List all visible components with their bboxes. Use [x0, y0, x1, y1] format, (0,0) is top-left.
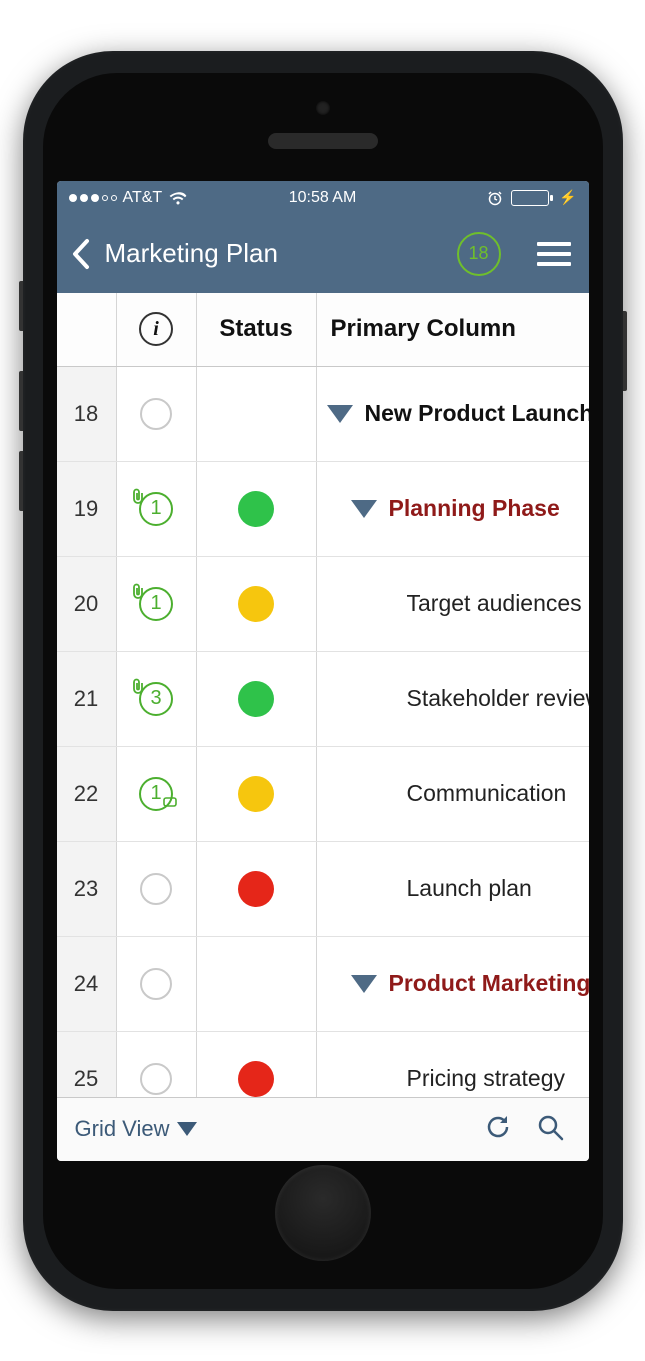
table-row[interactable]: 25 Pricing strategy [57, 1032, 589, 1097]
row-number[interactable]: 23 [57, 842, 117, 936]
table-row[interactable]: 18 New Product Launch [57, 367, 589, 462]
status-dot-yellow [238, 586, 274, 622]
menu-button[interactable] [533, 238, 575, 270]
empty-indicator-icon [140, 873, 172, 905]
app-screen: AT&T 10:58 AM ⚡ [57, 181, 589, 1161]
table-row[interactable]: 21 3 Stakeholder review [57, 652, 589, 747]
primary-cell[interactable]: Launch plan [317, 842, 589, 936]
info-icon: i [139, 312, 173, 346]
back-button[interactable] [71, 237, 91, 271]
refresh-button[interactable] [477, 1106, 519, 1153]
row-number[interactable]: 24 [57, 937, 117, 1031]
chevron-down-icon [177, 1122, 197, 1136]
row-title: Planning Phase [389, 495, 560, 522]
signal-strength-icon [69, 194, 117, 202]
primary-cell[interactable]: Product Marketing [317, 937, 589, 1031]
table-row[interactable]: 23 Launch plan [57, 842, 589, 937]
empty-indicator-icon [140, 968, 172, 1000]
row-title: Stakeholder review [407, 685, 589, 712]
wifi-icon [168, 191, 188, 205]
row-info-cell[interactable] [117, 367, 197, 461]
carrier-label: AT&T [123, 189, 163, 207]
header-status[interactable]: Status [197, 293, 317, 366]
header-primary[interactable]: Primary Column [317, 293, 589, 366]
paperclip-icon [131, 583, 145, 604]
expand-toggle-icon[interactable] [351, 975, 377, 993]
paperclip-icon [131, 488, 145, 509]
status-cell[interactable] [197, 842, 317, 936]
empty-indicator-icon [140, 1063, 172, 1095]
primary-cell[interactable]: Communication [317, 747, 589, 841]
status-cell[interactable] [197, 462, 317, 556]
days-badge[interactable]: 18 [457, 232, 501, 276]
ios-statusbar: AT&T 10:58 AM ⚡ [57, 181, 589, 215]
table-body[interactable]: 18New Product Launch191Planning Phase201… [57, 367, 589, 1097]
status-dot-red [238, 1061, 274, 1097]
bottom-toolbar: Grid View [57, 1097, 589, 1161]
row-number[interactable]: 21 [57, 652, 117, 746]
row-title: New Product Launch [365, 400, 589, 427]
home-button[interactable] [275, 1165, 371, 1261]
row-number[interactable]: 18 [57, 367, 117, 461]
status-cell[interactable] [197, 557, 317, 651]
charging-icon: ⚡ [559, 189, 576, 206]
status-cell[interactable] [197, 747, 317, 841]
table-row[interactable]: 24 Product Marketing [57, 937, 589, 1032]
row-title: Launch plan [407, 875, 532, 902]
alarm-icon [487, 190, 503, 206]
battery-icon [511, 190, 549, 206]
phone-frame: AT&T 10:58 AM ⚡ [23, 51, 623, 1311]
status-dot-yellow [238, 776, 274, 812]
row-info-cell[interactable]: 3 [117, 652, 197, 746]
expand-toggle-icon[interactable] [327, 405, 353, 423]
primary-cell[interactable]: Target audiences [317, 557, 589, 651]
table-header: i Status Primary Column [57, 293, 589, 367]
primary-cell[interactable]: Pricing strategy [317, 1032, 589, 1097]
status-cell[interactable] [197, 652, 317, 746]
status-dot-green [238, 491, 274, 527]
row-number[interactable]: 22 [57, 747, 117, 841]
row-info-cell[interactable]: 1 [117, 557, 197, 651]
header-info[interactable]: i [117, 293, 197, 366]
days-badge-value: 18 [468, 243, 488, 264]
attachment-count-badge: 1 [139, 777, 173, 811]
row-info-cell[interactable]: 1 [117, 462, 197, 556]
view-selector[interactable]: Grid View [75, 1116, 198, 1142]
row-number[interactable]: 20 [57, 557, 117, 651]
page-title: Marketing Plan [105, 238, 278, 269]
status-cell[interactable] [197, 937, 317, 1031]
status-dot-green [238, 681, 274, 717]
row-title: Target audiences [407, 590, 582, 617]
attachment-count-badge: 1 [139, 492, 173, 526]
paperclip-icon [131, 678, 145, 699]
row-info-cell[interactable] [117, 1032, 197, 1097]
row-title: Communication [407, 780, 567, 807]
table-row[interactable]: 19 1 Planning Phase [57, 462, 589, 557]
row-number[interactable]: 19 [57, 462, 117, 556]
empty-indicator-icon [140, 398, 172, 430]
primary-cell[interactable]: Stakeholder review [317, 652, 589, 746]
row-info-cell[interactable]: 1 [117, 747, 197, 841]
comment-icon [163, 792, 177, 815]
status-cell[interactable] [197, 367, 317, 461]
row-title: Product Marketing [389, 970, 589, 997]
row-info-cell[interactable] [117, 937, 197, 1031]
expand-toggle-icon[interactable] [351, 500, 377, 518]
row-title: Pricing strategy [407, 1065, 566, 1092]
header-rownum [57, 293, 117, 366]
row-info-cell[interactable] [117, 842, 197, 936]
table-row[interactable]: 22 1 Communication [57, 747, 589, 842]
view-label: Grid View [75, 1116, 170, 1142]
status-cell[interactable] [197, 1032, 317, 1097]
clock: 10:58 AM [289, 189, 357, 207]
primary-cell[interactable]: Planning Phase [317, 462, 589, 556]
status-dot-red [238, 871, 274, 907]
primary-cell[interactable]: New Product Launch [317, 367, 589, 461]
table-row[interactable]: 20 1 Target audiences [57, 557, 589, 652]
search-button[interactable] [529, 1106, 571, 1153]
attachment-count-badge: 1 [139, 587, 173, 621]
app-navbar: Marketing Plan 18 [57, 215, 589, 293]
attachment-count-badge: 3 [139, 682, 173, 716]
row-number[interactable]: 25 [57, 1032, 117, 1097]
